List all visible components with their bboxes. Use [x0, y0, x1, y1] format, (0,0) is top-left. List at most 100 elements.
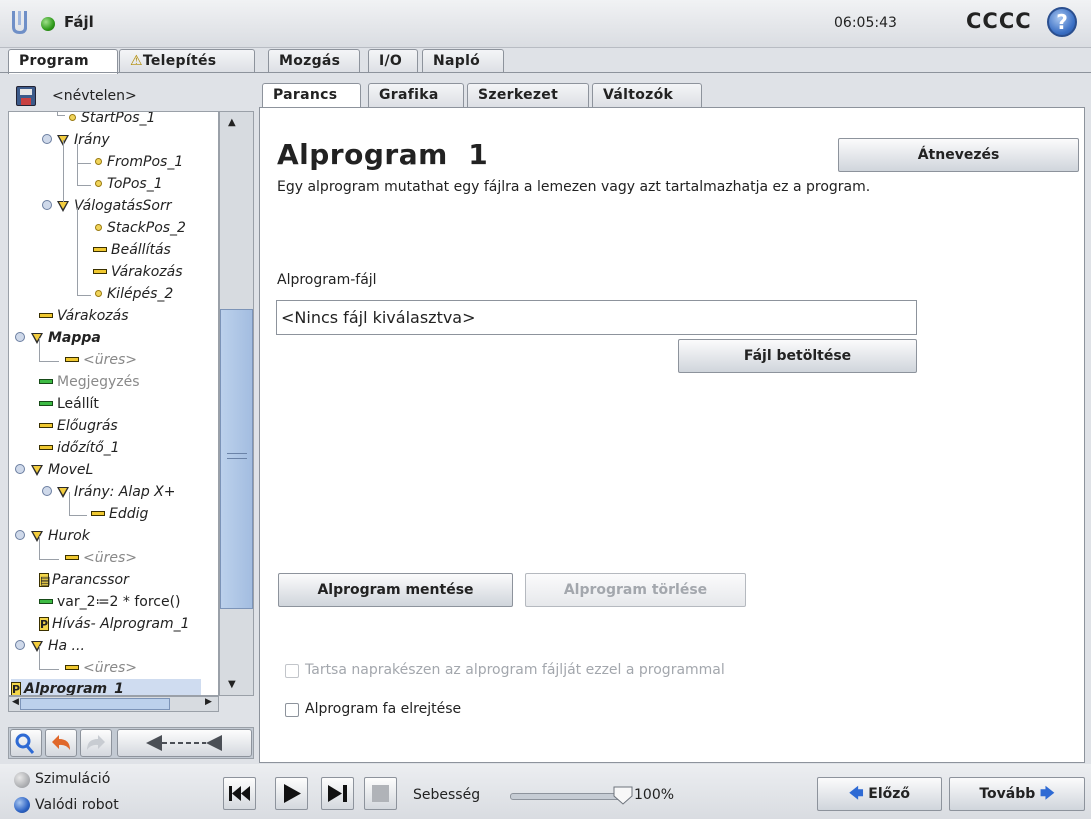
tree-node[interactable]: <üres>: [65, 548, 137, 570]
arrow-right-icon: 🡆: [1040, 786, 1055, 802]
scrollbar-thumb[interactable]: [220, 309, 253, 609]
tab-log[interactable]: Napló: [422, 49, 504, 73]
tab-label: Változók: [603, 87, 674, 103]
tab-label: Napló: [433, 53, 481, 69]
tree-node[interactable]: VálogatásSorr: [57, 196, 172, 218]
tree-node[interactable]: <üres>: [65, 350, 137, 372]
tree-node[interactable]: Várakozás: [93, 262, 183, 284]
tree-node[interactable]: Beállítás: [93, 240, 171, 262]
tab-io[interactable]: I/O: [368, 49, 418, 73]
tab-label: Grafika: [379, 87, 439, 103]
undo-icon[interactable]: [45, 729, 77, 757]
keep-updated-checkbox: [285, 664, 299, 678]
expand-toggle-icon[interactable]: [42, 486, 52, 496]
tab-label: I/O: [379, 53, 403, 69]
tree-node[interactable]: StackPos_2: [95, 218, 186, 240]
tree-node[interactable]: FromPos_1: [95, 152, 183, 174]
simulation-radio[interactable]: [14, 772, 30, 788]
universal-robots-logo: [12, 11, 27, 34]
tab-structure[interactable]: Szerkezet: [467, 83, 589, 107]
real-robot-radio[interactable]: [14, 797, 30, 813]
expand-toggle-icon[interactable]: [15, 640, 25, 650]
tree-node[interactable]: ▤ Parancssor: [39, 570, 129, 592]
expand-toggle-icon[interactable]: [42, 200, 52, 210]
previous-button[interactable]: 🡄 Előző: [817, 777, 942, 811]
warning-icon: ⚠: [130, 53, 143, 69]
tree-node[interactable]: MoveL: [31, 460, 93, 482]
scroll-left-icon[interactable]: ◀: [12, 697, 19, 707]
arrow-left-icon: 🡄: [848, 786, 864, 802]
tree-connector: [77, 162, 91, 186]
tab-label: Mozgás: [279, 53, 341, 69]
move-node-icon[interactable]: [117, 729, 252, 757]
rename-button[interactable]: Átnevezés: [838, 138, 1079, 172]
tab-graphics[interactable]: Grafika: [368, 83, 464, 107]
tree-node[interactable]: var_2≔2 * force(): [39, 592, 181, 614]
tree-connector: [57, 112, 65, 116]
previous-label: Előző: [868, 786, 911, 802]
tab-program[interactable]: Program: [8, 49, 118, 74]
tree-node[interactable]: Megjegyzés: [39, 372, 140, 394]
tree-node[interactable]: Előugrás: [39, 416, 118, 438]
speed-value: 100%: [634, 787, 675, 803]
tree-connector: [77, 208, 91, 296]
expand-toggle-icon[interactable]: [15, 464, 25, 474]
scrollbar-grip: [227, 453, 247, 459]
tree-node[interactable]: P Hívás- Alprogram_1: [39, 614, 190, 636]
tree-node[interactable]: <üres>: [65, 658, 137, 680]
tab-command[interactable]: Parancs: [262, 83, 361, 108]
tree-connector: [69, 492, 87, 516]
file-label: Alprogram-fájl: [277, 272, 377, 288]
save-floppy-icon[interactable]: [16, 86, 36, 106]
play-button[interactable]: [275, 777, 308, 810]
speed-slider-handle[interactable]: [612, 785, 634, 805]
search-icon[interactable]: [10, 729, 42, 757]
tree-node[interactable]: időzítő_1: [39, 438, 120, 460]
page-title: Alprogram 1: [277, 138, 489, 171]
tab-variables[interactable]: Változók: [592, 83, 702, 107]
tree-node[interactable]: ToPos_1: [95, 174, 163, 196]
next-button[interactable]: Tovább 🡆: [949, 777, 1085, 811]
tree-node[interactable]: Kilépés_2: [95, 284, 173, 306]
step-forward-button[interactable]: [321, 777, 354, 810]
tab-divider: [0, 72, 1091, 73]
hide-tree-checkbox[interactable]: [285, 703, 299, 717]
tree-node-selected[interactable]: P Alprogram_1: [11, 679, 201, 695]
expand-toggle-icon[interactable]: [15, 530, 25, 540]
save-subprogram-button[interactable]: Alprogram mentése: [278, 573, 513, 607]
tree-node[interactable]: Leállít: [39, 394, 99, 416]
scroll-down-icon[interactable]: ▼: [228, 679, 236, 690]
status-indicator-icon: [41, 17, 55, 31]
tree-node[interactable]: StartPos_1: [69, 112, 155, 130]
stop-button: [364, 777, 397, 810]
tab-move[interactable]: Mozgás: [268, 49, 360, 73]
tab-label: Szerkezet: [478, 87, 559, 103]
tab-installation[interactable]: ⚠Telepítés: [119, 49, 255, 73]
file-menu[interactable]: Fájl: [64, 13, 94, 31]
help-icon[interactable]: ?: [1047, 7, 1077, 37]
tree-connector: [63, 140, 64, 202]
subprogram-file-field[interactable]: <Nincs fájl kiválasztva>: [276, 300, 917, 335]
speed-slider[interactable]: [510, 793, 622, 800]
robot-name: CCCC: [966, 9, 1032, 33]
clock: 06:05:43: [834, 15, 897, 31]
horizontal-scrollbar-thumb[interactable]: [20, 698, 170, 710]
simulation-label: Szimuláció: [35, 771, 111, 787]
scroll-right-icon[interactable]: ▶: [205, 697, 212, 707]
program-filename: <névtelen>: [52, 88, 137, 104]
expand-toggle-icon[interactable]: [15, 332, 25, 342]
expand-toggle-icon[interactable]: [42, 134, 52, 144]
scroll-up-icon[interactable]: ▲: [228, 117, 236, 128]
tab-label: Telepítés: [142, 53, 217, 69]
rewind-button[interactable]: [223, 777, 256, 810]
hide-tree-label: Alprogram fa elrejtése: [305, 701, 462, 717]
redo-icon: [80, 729, 112, 757]
tree-connector: [39, 338, 59, 362]
top-bar: [0, 0, 1091, 48]
tree-connector: [39, 536, 59, 560]
delete-subprogram-button: Alprogram törlése: [525, 573, 746, 607]
tree-node[interactable]: Várakozás: [39, 306, 129, 328]
load-file-button[interactable]: Fájl betöltése: [678, 339, 917, 373]
tree-node[interactable]: Eddig: [91, 504, 148, 526]
program-tree[interactable]: StartPos_1 Irány FromPos_1 ToPos_1 Válog…: [8, 111, 219, 696]
